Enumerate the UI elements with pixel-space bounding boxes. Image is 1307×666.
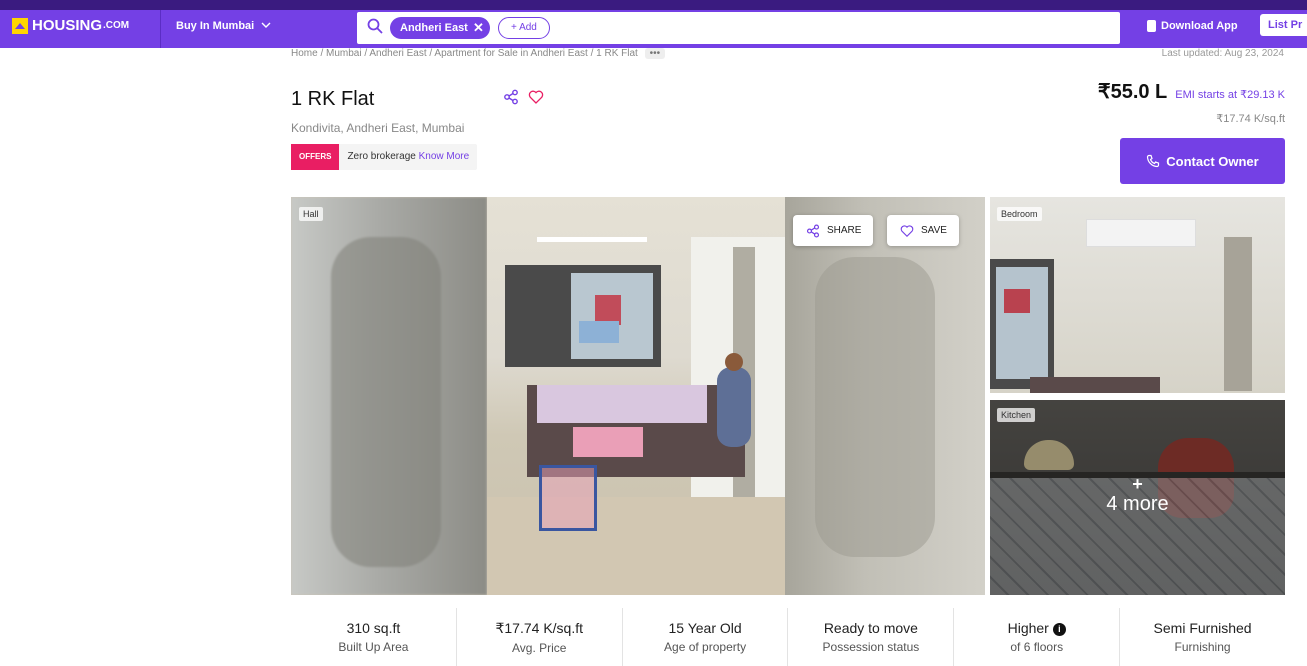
search-bar[interactable]: Andheri East ✕ + Add <box>357 12 1120 44</box>
contact-owner-button[interactable]: Contact Owner <box>1120 138 1285 184</box>
page-title: 1 RK Flat <box>291 88 375 110</box>
share-icon <box>806 224 820 237</box>
stat-label: Built Up Area <box>338 640 409 654</box>
info-icon[interactable]: i <box>1052 623 1066 636</box>
tube-light <box>537 237 647 242</box>
stat-label: Furnishing <box>1174 640 1231 654</box>
offer-description: Zero brokerage <box>347 151 416 162</box>
download-app-button[interactable]: Download App <box>1147 20 1238 32</box>
logo-text: HOUSING <box>32 17 103 34</box>
gallery-share-button[interactable]: SHARE <box>793 215 874 246</box>
price-block: ₹55.0 L EMI starts at ₹29.13 K <box>1098 79 1285 104</box>
logo-icon <box>12 17 28 34</box>
breadcrumb: Home / Mumbai / Andheri East / Apartment… <box>291 48 666 59</box>
stat-furnishing: Semi Furnished Furnishing <box>1120 608 1285 666</box>
locality-chip-label: Andheri East <box>400 22 468 34</box>
stat-label: of 6 floors <box>1010 640 1064 654</box>
hall-label: Hall <box>299 207 323 221</box>
offers-text: Zero brokerage Know More <box>339 144 477 170</box>
bedroom-thumbnail[interactable]: Bedroom <box>990 197 1285 393</box>
offers-banner: OFFERS Zero brokerage Know More <box>291 144 478 170</box>
locality-text: Kondivita, Andheri East, Mumbai <box>291 121 465 135</box>
stat-label: Possession status <box>822 640 920 654</box>
save-label: SAVE <box>921 225 947 236</box>
bedroom-label: Bedroom <box>997 207 1042 221</box>
property-stats: 310 sq.ft Built Up Area ₹17.74 K/sq.ft A… <box>291 608 1285 666</box>
stat-avg-price: ₹17.74 K/sq.ft Avg. Price <box>457 608 623 666</box>
stat-value: 310 sq.ft <box>346 620 401 636</box>
emi-link[interactable]: EMI starts at ₹29.13 K <box>1175 88 1285 101</box>
city-selector-label: Buy In Mumbai <box>176 20 255 32</box>
gallery-save-button[interactable]: SAVE <box>887 215 959 246</box>
download-app-label: Download App <box>1161 20 1238 32</box>
price-per-sqft: ₹17.74 K/sq.ft <box>1216 113 1285 125</box>
stat-value: Semi Furnished <box>1153 620 1252 636</box>
stat-value: Ready to move <box>823 620 918 636</box>
person <box>717 353 751 447</box>
stat-built-up-area: 310 sq.ft Built Up Area <box>291 608 457 666</box>
window <box>505 265 661 367</box>
know-more-link[interactable]: Know More <box>419 151 470 162</box>
offers-tag: OFFERS <box>291 144 340 170</box>
floor <box>487 497 785 595</box>
more-photos-button[interactable]: + 4 more <box>990 475 1285 516</box>
heart-icon <box>900 224 914 237</box>
stat-possession: Ready to move Possession status <box>788 608 955 666</box>
housing-logo[interactable]: HOUSING .COM <box>12 17 129 34</box>
search-icon[interactable] <box>367 18 383 34</box>
share-icon[interactable] <box>503 89 519 105</box>
plus-icon: + <box>1132 474 1143 494</box>
stat-age: 15 Year Old Age of property <box>623 608 789 666</box>
gallery-blur-left <box>291 197 487 595</box>
phone-icon <box>1147 20 1156 32</box>
phone-call-icon <box>1147 154 1160 168</box>
heart-icon[interactable] <box>528 89 544 105</box>
remove-chip-icon[interactable]: ✕ <box>473 17 484 39</box>
locality-chip[interactable]: Andheri East ✕ <box>390 17 490 39</box>
stat-label: Avg. Price <box>512 641 567 655</box>
breadcrumb-more-button[interactable]: ••• <box>644 48 666 59</box>
stat-value: 15 Year Old <box>668 620 742 636</box>
breadcrumb-path[interactable]: Home / Mumbai / Andheri East / Apartment… <box>291 48 638 59</box>
stat-value: ₹17.74 K/sq.ft <box>495 620 583 636</box>
nav-divider <box>160 10 161 48</box>
chair <box>539 465 597 531</box>
top-navbar: HOUSING .COM Buy In Mumbai Andheri East … <box>0 0 1307 48</box>
kitchen-label: Kitchen <box>997 408 1036 422</box>
last-updated: Last updated: Aug 23, 2024 <box>1161 48 1284 59</box>
kitchen-thumbnail[interactable]: Kitchen + 4 more <box>990 400 1285 595</box>
list-property-button[interactable]: List Pr <box>1260 14 1307 36</box>
stat-floor: Higher i of 6 floors <box>954 608 1121 666</box>
logo-suffix: .COM <box>103 20 130 31</box>
study-table <box>573 427 643 457</box>
hall-photo[interactable] <box>487 197 785 595</box>
main-photo-gallery[interactable]: Hall <box>291 197 985 595</box>
stat-value-wrap: Higher i <box>954 620 1119 636</box>
stat-value: Higher <box>1007 620 1049 636</box>
add-locality-button[interactable]: + Add <box>498 17 550 39</box>
more-photos-label: 4 more <box>1106 493 1169 515</box>
contact-owner-label: Contact Owner <box>1166 153 1259 169</box>
gallery-blur-right <box>785 197 985 595</box>
share-label: SHARE <box>827 225 862 236</box>
chevron-down-icon <box>261 22 271 28</box>
top-strip <box>0 0 1307 10</box>
city-selector[interactable]: Buy In Mumbai <box>176 20 271 32</box>
stat-label: Age of property <box>664 640 747 654</box>
price-value: ₹55.0 L <box>1097 81 1168 103</box>
